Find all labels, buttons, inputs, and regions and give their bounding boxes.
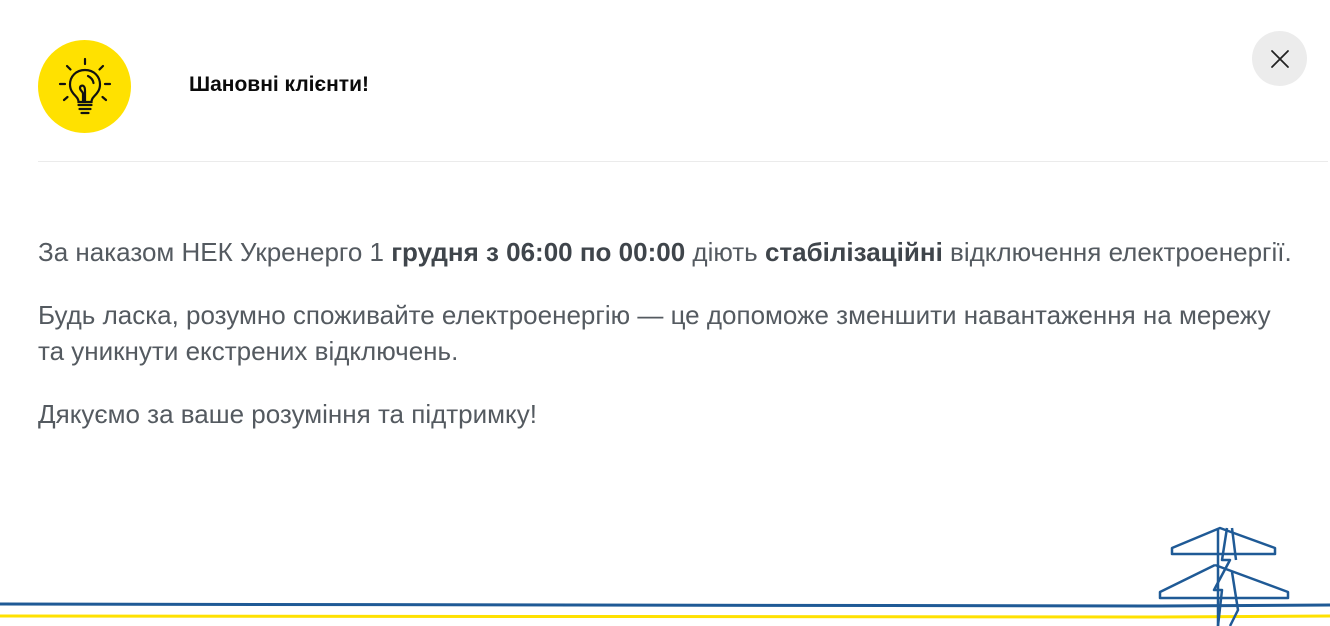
message-paragraph-3: Дякуємо за ваше розуміння та підтримку! — [38, 399, 537, 429]
power-line-blue — [0, 602, 1330, 608]
power-line-tower-icon — [1158, 526, 1290, 626]
message-outage-type: стабілізаційні — [764, 237, 943, 267]
lightbulb-icon — [38, 39, 131, 133]
message-text: відключення електроенергії. — [942, 237, 1292, 267]
announcement-modal: Шановні клієнти! За наказом НЕК Укренерг… — [0, 0, 1330, 626]
header-divider — [38, 161, 1328, 162]
power-line-yellow — [0, 614, 1330, 619]
message-text: За наказом НЕК Укренерго 1 — [38, 237, 392, 267]
message-body: За наказом НЕК Укренерго 1 грудня з 06:0… — [38, 234, 1298, 459]
modal-title: Шановні клієнти! — [189, 73, 369, 96]
message-date-range: грудня з 06:00 по 00:00 — [391, 237, 686, 267]
close-button[interactable] — [1252, 31, 1307, 86]
footer-decoration — [0, 526, 1330, 626]
message-text: діють — [685, 237, 765, 267]
message-paragraph-2: Будь ласка, розумно споживайте електроен… — [38, 300, 1271, 366]
modal-header: Шановні клієнти! — [38, 38, 369, 134]
close-icon — [1270, 49, 1289, 68]
message-paragraph-1: За наказом НЕК Укренерго 1 грудня з 06:0… — [38, 234, 1298, 270]
